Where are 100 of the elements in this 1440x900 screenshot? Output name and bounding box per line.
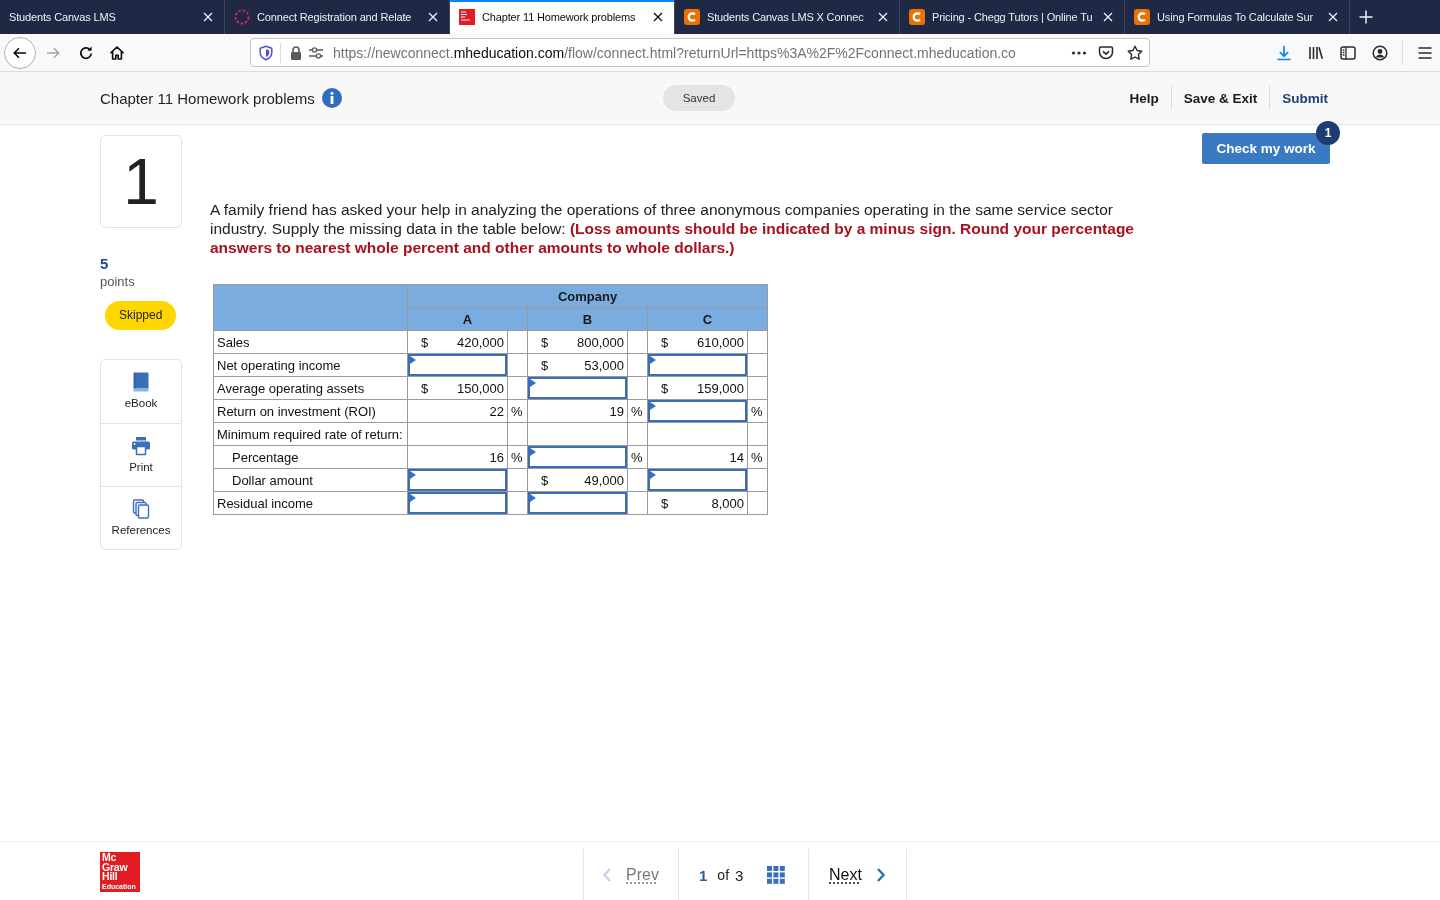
percent-sign: % xyxy=(751,403,763,419)
percent-sign: % xyxy=(511,449,523,465)
currency-sign: $ xyxy=(661,380,669,396)
account-icon[interactable] xyxy=(1372,44,1388,61)
currency-sign: $ xyxy=(541,472,549,488)
input-field[interactable] xyxy=(408,469,507,491)
save-status: Saved xyxy=(662,85,736,111)
menu-icon[interactable] xyxy=(1417,44,1433,61)
corner-marker-icon xyxy=(410,494,416,502)
amount-value: 16 xyxy=(489,449,504,465)
ebook-button[interactable]: eBook xyxy=(101,360,181,423)
percent-sign: % xyxy=(631,403,643,419)
book-icon xyxy=(131,372,151,392)
c-logo-icon xyxy=(909,9,925,25)
corner-marker-icon xyxy=(530,448,536,456)
status-badge: Skipped xyxy=(105,301,177,330)
column-group-header: Company xyxy=(407,284,768,308)
chevron-right-icon xyxy=(875,867,886,883)
input-field[interactable] xyxy=(648,469,747,491)
currency-sign: $ xyxy=(421,334,429,350)
amount-value: 49,000 xyxy=(584,472,624,488)
amount-value: 610,000 xyxy=(697,334,744,350)
download-icon[interactable] xyxy=(1276,44,1292,61)
percent-sign: % xyxy=(751,449,763,465)
sliders-icon[interactable] xyxy=(308,44,324,61)
header-link[interactable]: Save & Exit xyxy=(1171,90,1270,106)
print-button[interactable]: Print xyxy=(101,423,181,486)
points-label: points xyxy=(100,273,136,291)
input-field[interactable] xyxy=(408,492,507,514)
row-label: Dollar amount xyxy=(213,468,408,492)
header-link[interactable]: Submit xyxy=(1270,90,1328,106)
row-label: Net operating income xyxy=(213,353,408,377)
corner-marker-icon xyxy=(650,471,656,479)
input-field[interactable] xyxy=(648,400,747,422)
next-button[interactable]: Next xyxy=(808,849,907,900)
question-number: 1 xyxy=(100,135,182,228)
input-field[interactable] xyxy=(528,377,627,399)
corner-marker-icon xyxy=(410,356,416,364)
corner-marker-icon xyxy=(530,379,536,387)
star-icon[interactable] xyxy=(1127,44,1143,61)
amount-value: 159,000 xyxy=(697,380,744,396)
amount-value: 19 xyxy=(609,403,624,419)
corner-marker-icon xyxy=(650,356,656,364)
amount-value: 8,000 xyxy=(711,495,744,511)
browser-tab[interactable]: Chapter 11 Homework problems xyxy=(450,0,675,34)
references-button[interactable]: References xyxy=(101,486,181,549)
assignment-title: Chapter 11 Homework problems xyxy=(100,89,315,107)
pages-icon xyxy=(131,499,151,519)
row-label: Return on investment (ROI) xyxy=(213,399,408,423)
input-field[interactable] xyxy=(528,446,627,468)
library-icon[interactable] xyxy=(1308,44,1324,61)
row-label: Minimum required rate of return: xyxy=(213,422,408,446)
header-link[interactable]: Help xyxy=(1117,90,1171,106)
amount-value: 800,000 xyxy=(577,334,624,350)
column-header: C xyxy=(647,307,768,331)
input-field[interactable] xyxy=(408,354,507,376)
home-icon[interactable] xyxy=(109,44,125,61)
sidebar-icon[interactable] xyxy=(1340,44,1356,61)
currency-sign: $ xyxy=(541,334,549,350)
input-field[interactable] xyxy=(648,354,747,376)
lock-icon[interactable] xyxy=(288,44,304,61)
back-button[interactable] xyxy=(4,36,36,69)
shield-icon[interactable] xyxy=(258,44,274,61)
column-header: B xyxy=(527,307,648,331)
input-field[interactable] xyxy=(528,492,627,514)
plus-icon[interactable] xyxy=(1359,10,1373,24)
amount-value: 14 xyxy=(729,449,744,465)
amount-value: 53,000 xyxy=(584,357,624,373)
currency-sign: $ xyxy=(541,357,549,373)
percent-sign: % xyxy=(631,449,643,465)
currency-sign: $ xyxy=(661,495,669,511)
dashed-ring-icon xyxy=(234,9,250,25)
logo-tile-icon xyxy=(459,9,475,25)
chevron-left-icon xyxy=(602,867,612,883)
info-icon[interactable] xyxy=(321,88,342,108)
address-bar[interactable]: https://newconnect.mheducation.com/flow/connect.html?returnUrl=https%3A%2F%2Fconnect.mheducation.co xyxy=(250,38,1150,67)
c-logo-icon xyxy=(1134,9,1150,25)
percent-sign: % xyxy=(511,403,523,419)
currency-sign: $ xyxy=(421,380,429,396)
corner-marker-icon xyxy=(410,471,416,479)
page-of-label: of xyxy=(717,867,730,883)
corner-marker-icon xyxy=(530,494,536,502)
current-page: 1 xyxy=(699,866,708,884)
close-icon[interactable] xyxy=(653,12,663,22)
row-label: Percentage xyxy=(213,445,408,469)
currency-sign: $ xyxy=(661,334,669,350)
column-header: A xyxy=(407,307,528,331)
corner-marker-icon xyxy=(650,402,656,410)
amount-value: 22 xyxy=(489,403,504,419)
c-logo-icon xyxy=(684,9,700,25)
shield-chevron-icon[interactable] xyxy=(1098,44,1114,61)
amount-value: 420,000 xyxy=(457,334,504,350)
reload-icon[interactable] xyxy=(78,44,94,61)
row-label: Sales xyxy=(213,330,408,354)
row-label: Residual income xyxy=(213,491,408,515)
printer-icon xyxy=(131,436,151,456)
question-text: A family friend has asked your help in analyzing the operations of three anonymous companies operating in the same service sector industry. Supply the missing data in the table below: (Loss amounts should be indicated by a minus sign. Round your percentage answers to nearest whole percent and other amounts to whole dollars.) xyxy=(210,200,1135,257)
total-pages: 3 xyxy=(735,866,744,884)
row-label: Average operating assets xyxy=(213,376,408,400)
grid-icon[interactable] xyxy=(767,866,786,884)
